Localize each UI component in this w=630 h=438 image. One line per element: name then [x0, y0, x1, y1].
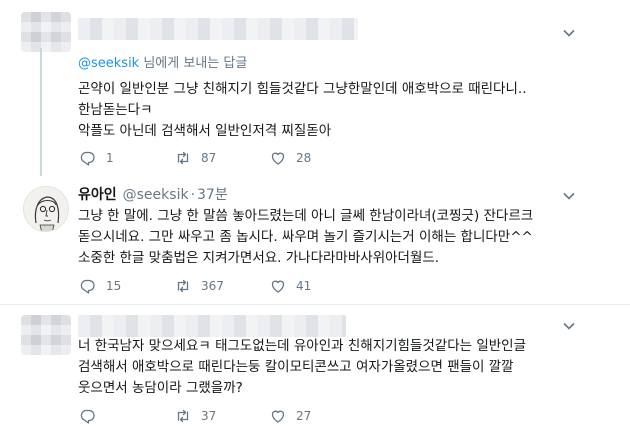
tweet-line: 소중한 한글 맞춤법은 지켜가면서요. 가나다라마바사위아더월드. — [78, 250, 440, 266]
chevron-down-icon[interactable] — [562, 26, 576, 40]
tweet-line: 검색해서 애호박으로 때린다는둥 칼이모티콘쓰고 여자가올렸으면 팬들이 깔깔 — [78, 359, 514, 375]
portrait-sketch — [24, 187, 68, 231]
avatar[interactable] — [23, 186, 69, 232]
like-button[interactable]: 41 — [270, 278, 365, 294]
like-count: 27 — [296, 409, 312, 423]
like-count: 41 — [296, 279, 312, 293]
tweet-text: 그냥 한 말에. 그냥 한 말씀 놓아드렸는데 아니 글쎄 한남이라녀(코찡긋)… — [78, 206, 533, 269]
tweet-line: 너 한국남자 맞으세요ㅋ 태그도없는데 유아인과 친해지기힘들것같다는 일반인글 — [78, 338, 527, 354]
user-name[interactable]: 유아인 — [78, 187, 117, 203]
tweet-header: 유아인 @seeksik · 37분 — [78, 184, 228, 204]
reply-button[interactable]: 15 — [80, 278, 175, 294]
tweet-line: 곤약이 일반인분 그냥 친해지기 힘들것같다 그냥한말인데 애호박으로 때린다니… — [78, 81, 527, 97]
reply-button[interactable]: 1 — [80, 150, 175, 166]
tweet-line: 돋으시네요. 그만 싸우고 좀 놉시다. 싸우며 놀기 즐기시는거 이해는 합니… — [78, 229, 533, 245]
chevron-down-icon[interactable] — [562, 319, 576, 333]
mention-link[interactable]: @seeksik — [78, 56, 139, 71]
retweet-count: 367 — [201, 279, 224, 293]
like-count: 28 — [296, 151, 312, 165]
retweet-icon — [177, 279, 189, 293]
tweet-line: 한남돋는다ㅋ — [78, 102, 153, 118]
retweet-button[interactable]: 367 — [175, 278, 270, 294]
retweet-count: 87 — [201, 151, 217, 165]
reply-count: 1 — [106, 151, 114, 165]
tweet-actions: 37 27 — [80, 408, 365, 424]
retweet-button[interactable]: 37 — [175, 408, 270, 424]
tweet-reply-1[interactable]: @seeksik 님에게 보내는 답글 곤약이 일반인분 그냥 친해지기 힘들것… — [0, 0, 630, 176]
tweet-actions: 15 367 41 — [80, 278, 365, 294]
heart-icon — [271, 152, 285, 165]
heart-icon — [271, 410, 285, 423]
reply-button[interactable] — [80, 408, 175, 424]
replying-label: 님에게 보내는 답글 — [139, 56, 248, 71]
retweet-icon — [177, 409, 189, 423]
tweet-main[interactable]: 유아인 @seeksik · 37분 그냥 한 말에. 그냥 한 말씀 놓아드렸는데 … — [0, 176, 630, 304]
tweet-text: 곤약이 일반인분 그냥 친해지기 힘들것같다 그냥한말인데 애호박으로 때린다니… — [78, 79, 526, 142]
user-handle[interactable]: @seeksik — [123, 187, 189, 203]
like-button[interactable]: 28 — [270, 150, 365, 166]
retweet-icon — [177, 151, 189, 165]
redacted-username — [78, 315, 346, 337]
tweet-line: 그냥 한 말에. 그냥 한 말씀 놓아드렸는데 아니 글쎄 한남이라녀(코찡긋)… — [78, 208, 534, 224]
reply-icon — [80, 279, 95, 294]
like-button[interactable]: 27 — [270, 408, 365, 424]
reply-icon — [80, 151, 95, 166]
chevron-down-icon[interactable] — [562, 189, 576, 203]
tweet-text: 너 한국남자 맞으세요ㅋ 태그도없는데 유아인과 친해지기힘들것같다는 일반인글… — [78, 336, 526, 399]
tweet-reply-2[interactable]: 너 한국남자 맞으세요ㅋ 태그도없는데 유아인과 친해지기힘들것같다는 일반인글… — [0, 304, 630, 438]
avatar[interactable] — [21, 315, 71, 355]
retweet-button[interactable]: 87 — [175, 150, 270, 166]
tweet-line: 웃으면서 농담이라 그랬을까? — [78, 380, 243, 396]
heart-icon — [271, 280, 285, 293]
timestamp[interactable]: 37분 — [197, 187, 228, 203]
retweet-count: 37 — [201, 409, 217, 423]
reply-count: 15 — [106, 279, 122, 293]
thread-line — [40, 48, 42, 176]
tweet-line: 악플도 아닌데 검색해서 일반인저격 찌질돋아 — [78, 123, 332, 139]
separator: · — [190, 187, 196, 203]
reply-icon — [80, 409, 95, 424]
avatar[interactable] — [21, 12, 71, 52]
replying-to: @seeksik 님에게 보내는 답글 — [78, 52, 247, 71]
redacted-username — [78, 18, 358, 40]
tweet-actions: 1 87 28 — [80, 150, 365, 166]
